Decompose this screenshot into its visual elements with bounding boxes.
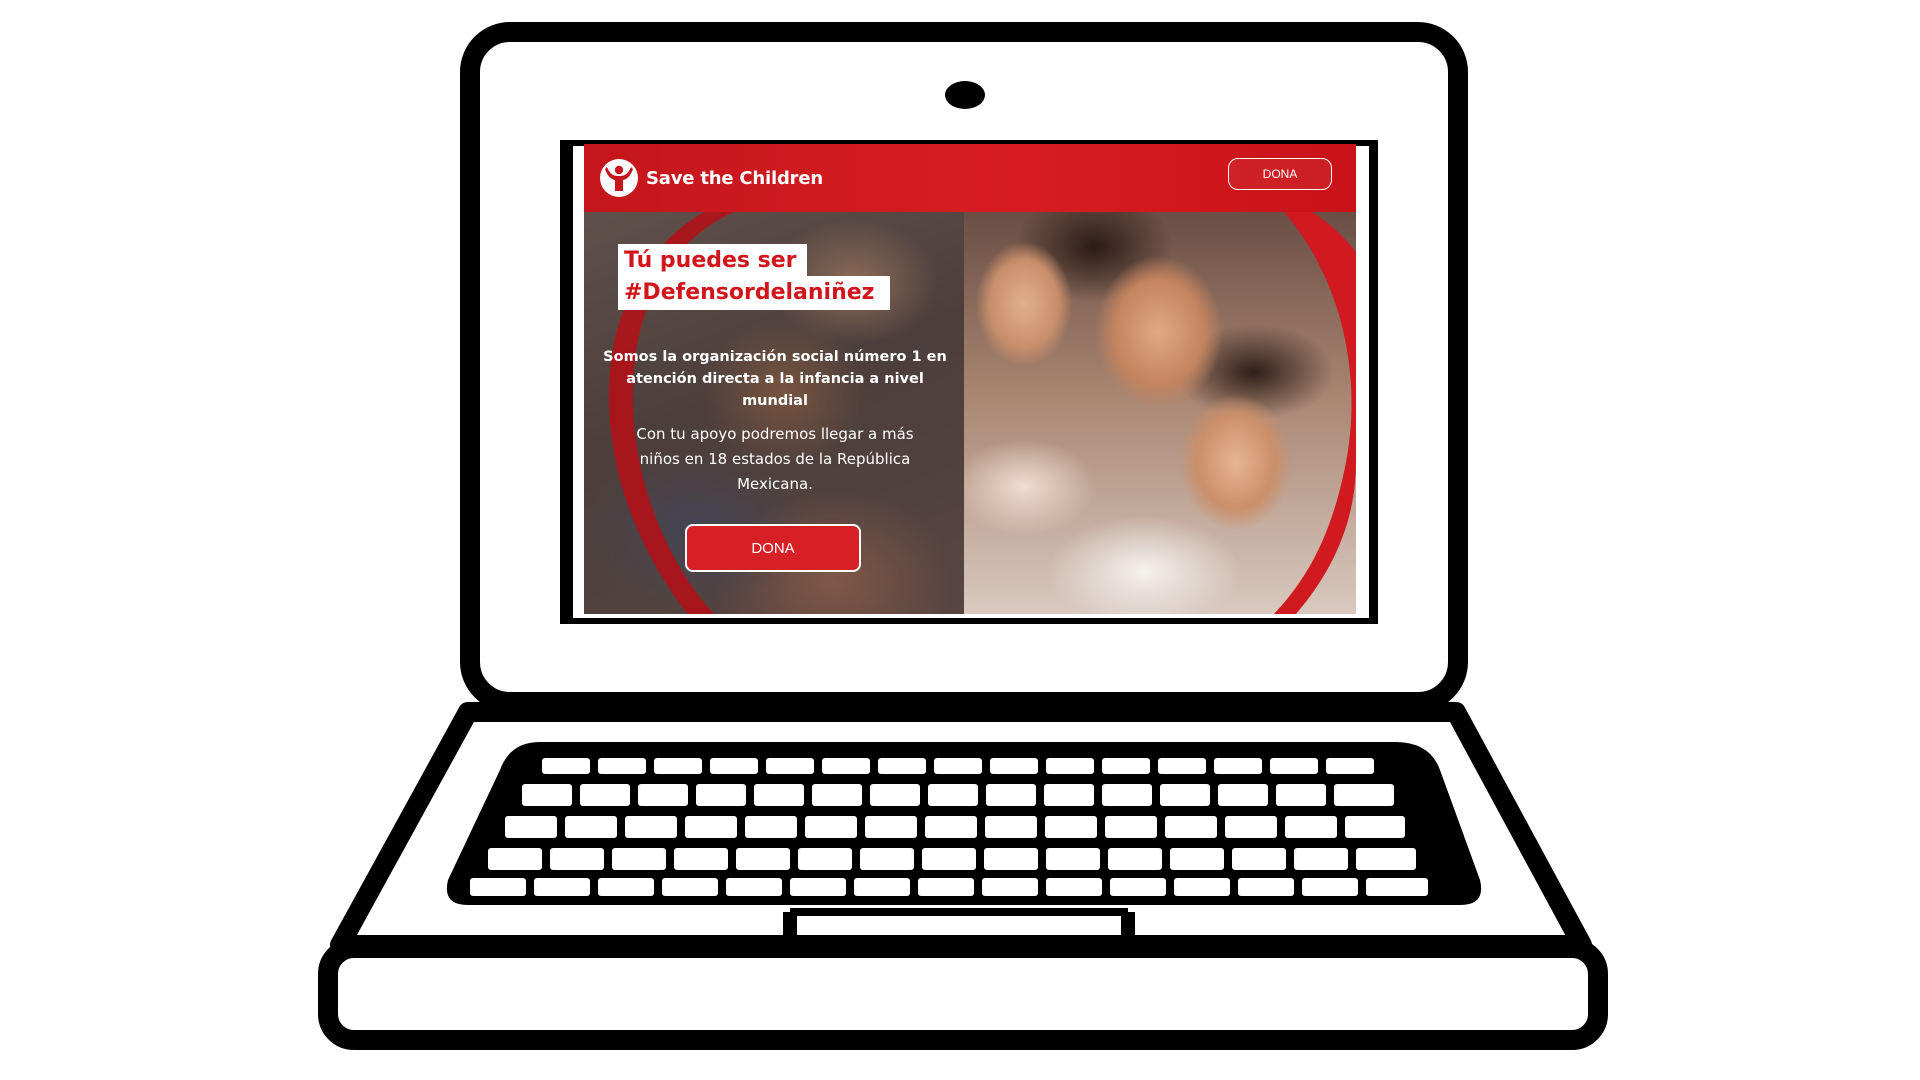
hero-body-text: Con tu apoyo podremos llegar a más niños…: [636, 425, 914, 493]
brand-logo[interactable]: Save the Children: [600, 144, 823, 212]
website-screen: Save the Children DONA Tú puedes ser #De…: [584, 144, 1356, 614]
hero-headline: Tú puedes ser #Defensordelaniñez: [618, 244, 891, 310]
hero-headline-line-2: #Defensordelaniñez: [618, 276, 891, 310]
hero-donate-button[interactable]: DONA: [685, 524, 861, 572]
hero-lead-text: Somos la organización social número 1 en…: [603, 349, 947, 409]
child-raising-arms-icon: [600, 159, 638, 197]
webcam-icon: [945, 81, 985, 109]
laptop-scene: Save the Children DONA Tú puedes ser #De…: [0, 0, 1920, 1080]
header-donate-button[interactable]: DONA: [1228, 158, 1332, 190]
site-header: Save the Children DONA: [584, 144, 1356, 212]
hero-headline-line-1: Tú puedes ser: [618, 244, 807, 278]
brand-name: Save the Children: [646, 167, 823, 189]
hero-section: Tú puedes ser #Defensordelaniñez Somos l…: [584, 212, 1356, 614]
